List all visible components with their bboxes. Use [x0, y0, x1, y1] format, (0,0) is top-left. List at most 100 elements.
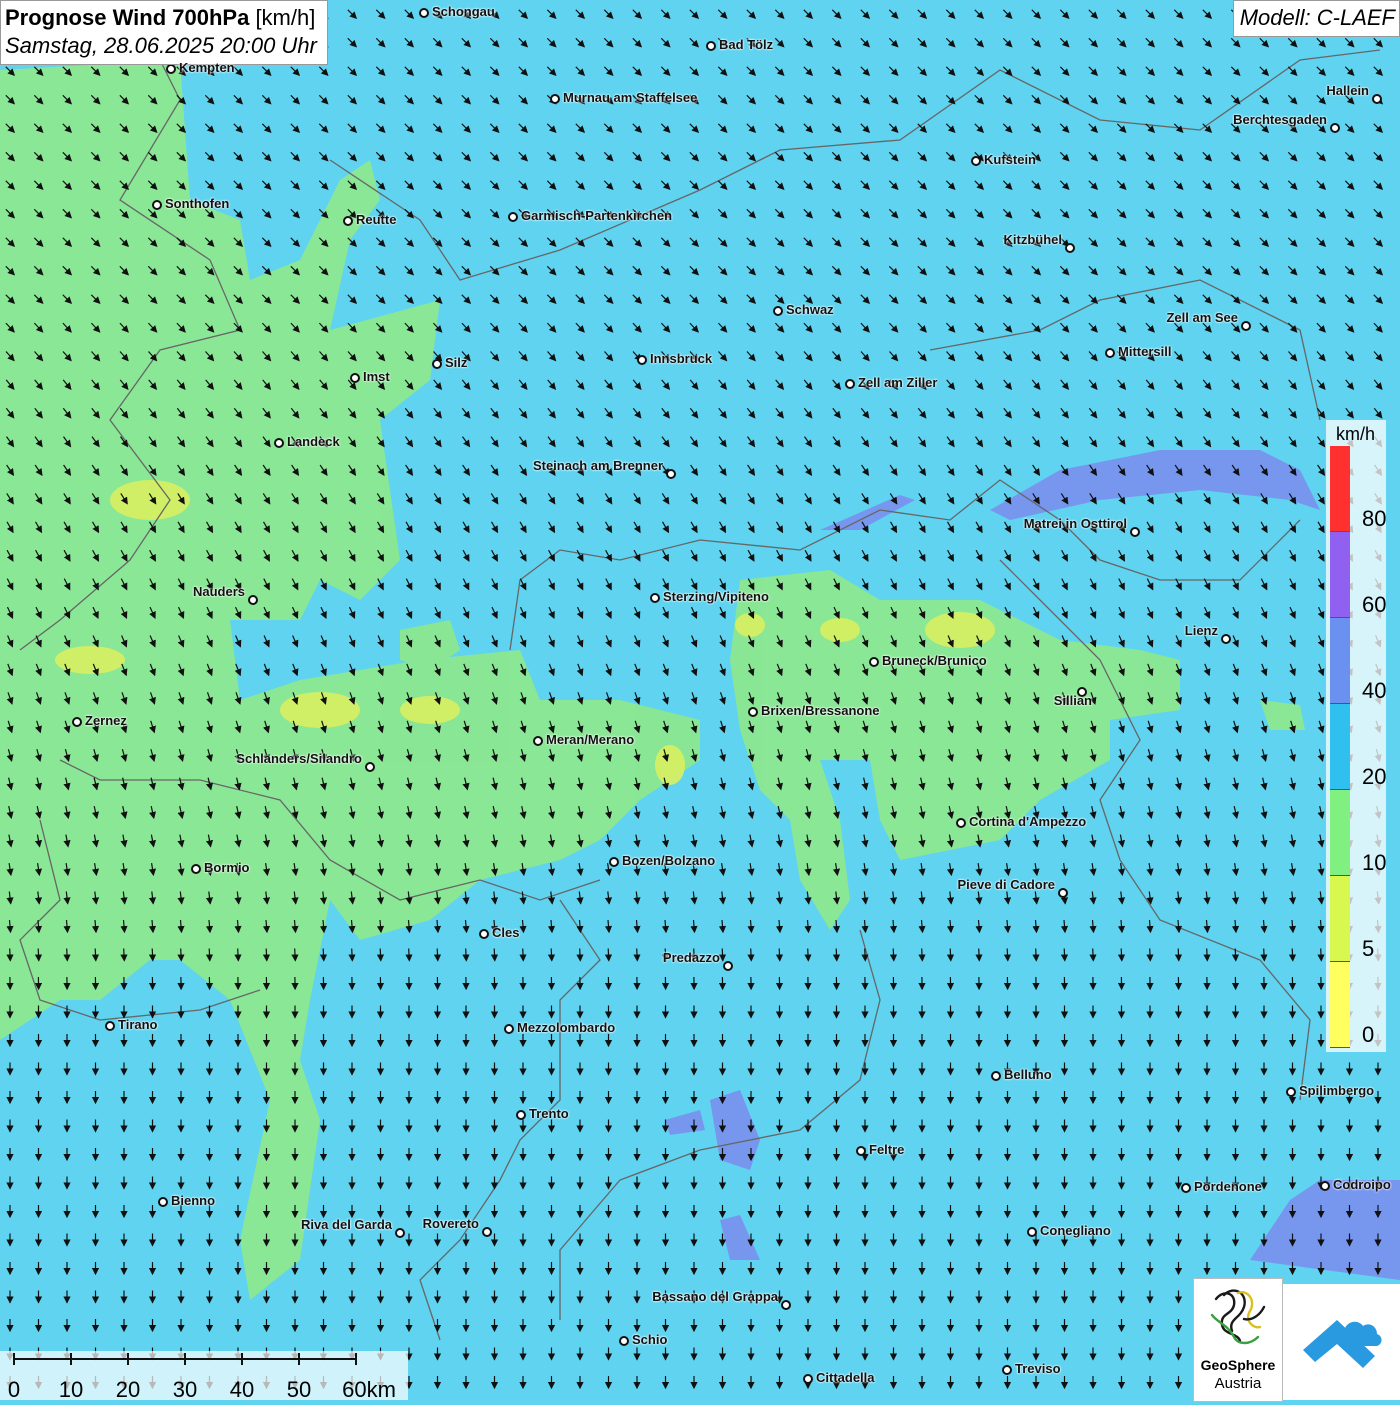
city-marker — [667, 470, 675, 478]
city-label: Zell am See — [1166, 310, 1238, 325]
wind-arrow — [1036, 949, 1037, 961]
wind-arrow — [181, 949, 182, 961]
wind-arrow — [352, 949, 353, 961]
city-label: Tirano — [118, 1017, 158, 1032]
city-marker — [870, 658, 878, 666]
city-label: Landeck — [287, 434, 340, 449]
scale-tick-label: 10 — [59, 1377, 83, 1403]
wind-arrow — [1207, 949, 1208, 961]
legend-color-bar — [1330, 446, 1350, 1048]
city-marker — [1059, 889, 1067, 897]
city-label: Murnau am Staffelsee — [563, 90, 697, 105]
city-marker — [707, 42, 715, 50]
city-label: Belluno — [1004, 1067, 1052, 1082]
city-marker — [433, 360, 441, 368]
legend-color-step — [1330, 876, 1350, 962]
wind-arrow — [608, 949, 609, 961]
city-label: Bozen/Bolzano — [622, 853, 715, 868]
legend-tick-label: 0 — [1362, 1022, 1374, 1048]
city-label: Codroipo — [1333, 1177, 1391, 1192]
city-marker — [1066, 244, 1074, 252]
city-marker — [153, 201, 161, 209]
city-label: Steinach am Brenner — [533, 458, 663, 473]
city-marker — [1321, 1182, 1329, 1190]
city-label: Riva del Garda — [301, 1217, 392, 1232]
city-marker — [509, 213, 517, 221]
legend-color-step — [1330, 532, 1350, 618]
legend-tick-label: 20 — [1362, 764, 1386, 790]
wind-arrow — [1150, 949, 1151, 961]
scale-tick-label: 20 — [116, 1377, 140, 1403]
wind-arrow — [779, 949, 780, 961]
wind-arrow — [922, 949, 923, 961]
logo-text-geosphere: GeoSphere — [1194, 1357, 1282, 1373]
city-marker — [1003, 1366, 1011, 1374]
city-marker — [167, 65, 175, 73]
wind-arrow — [551, 949, 552, 961]
city-marker — [1106, 349, 1114, 357]
city-marker — [344, 217, 352, 225]
city-marker — [396, 1229, 404, 1237]
city-marker — [1131, 528, 1139, 536]
city-label: Reutte — [356, 212, 396, 227]
color-legend: km/h 806040201050 — [1326, 420, 1386, 1052]
wind-arrow — [1007, 949, 1008, 961]
city-label: Matrei in Osttirol — [1024, 516, 1127, 531]
scale-tick-label: 30 — [173, 1377, 197, 1403]
city-label: Kitzbühel — [1004, 232, 1063, 247]
wind-arrow — [722, 949, 723, 961]
wind-arrow — [1264, 949, 1265, 961]
city-label: Feltre — [869, 1142, 904, 1157]
city-marker — [517, 1111, 525, 1119]
city-label: Spilimbergo — [1299, 1083, 1374, 1098]
wind-arrow — [950, 949, 951, 961]
city-label: Predazzo — [663, 950, 720, 965]
city-marker — [992, 1072, 1000, 1080]
city-marker — [106, 1022, 114, 1030]
city-label: Cortina d'Ampezzo — [969, 814, 1086, 829]
city-label: Bormio — [204, 860, 250, 875]
cloud-app-icon[interactable] — [1283, 1284, 1400, 1400]
city-label: Innsbruck — [650, 351, 712, 366]
city-marker — [73, 718, 81, 726]
legend-tick-label: 40 — [1362, 678, 1386, 704]
city-marker — [774, 307, 782, 315]
wind-arrow — [523, 949, 524, 961]
wind-arrow — [266, 949, 267, 961]
city-label: Sonthofen — [165, 196, 229, 211]
city-label: Zell am Ziller — [858, 375, 937, 390]
logo-text-austria: Austria — [1194, 1375, 1282, 1392]
wind-arrow — [808, 949, 809, 961]
wind-arrow — [1064, 949, 1065, 961]
wind-arrow — [580, 949, 581, 961]
city-label: Zernez — [85, 713, 127, 728]
city-label: Hallein — [1326, 83, 1369, 98]
city-marker — [249, 596, 257, 604]
city-label: Sterzing/Vipiteno — [663, 589, 769, 604]
city-marker — [159, 1198, 167, 1206]
city-label: Pieve di Cadore — [957, 877, 1055, 892]
city-marker — [534, 737, 542, 745]
city-label: Schongau — [432, 4, 495, 19]
wind-arrow — [979, 949, 980, 961]
city-label: Berchtesgaden — [1233, 112, 1327, 127]
city-marker — [782, 1301, 790, 1309]
city-marker — [651, 594, 659, 602]
city-label: Schlanders/Silandro — [236, 751, 362, 766]
city-marker — [1182, 1184, 1190, 1192]
city-marker — [638, 356, 646, 364]
wind-arrow — [893, 949, 894, 961]
legend-color-step — [1330, 446, 1350, 532]
city-marker — [1331, 124, 1339, 132]
city-marker — [957, 819, 965, 827]
wind-arrow — [466, 949, 467, 961]
city-marker — [804, 1375, 812, 1383]
city-marker — [749, 708, 757, 716]
wind-arrow — [323, 949, 324, 961]
scale-tick-label: 0 — [8, 1377, 20, 1403]
geosphere-logo-icon — [1194, 1279, 1282, 1355]
wind-arrow — [865, 949, 866, 961]
wind-arrow — [751, 949, 752, 961]
city-label: Bad Tölz — [719, 37, 773, 52]
wind-arrow — [1093, 949, 1094, 961]
